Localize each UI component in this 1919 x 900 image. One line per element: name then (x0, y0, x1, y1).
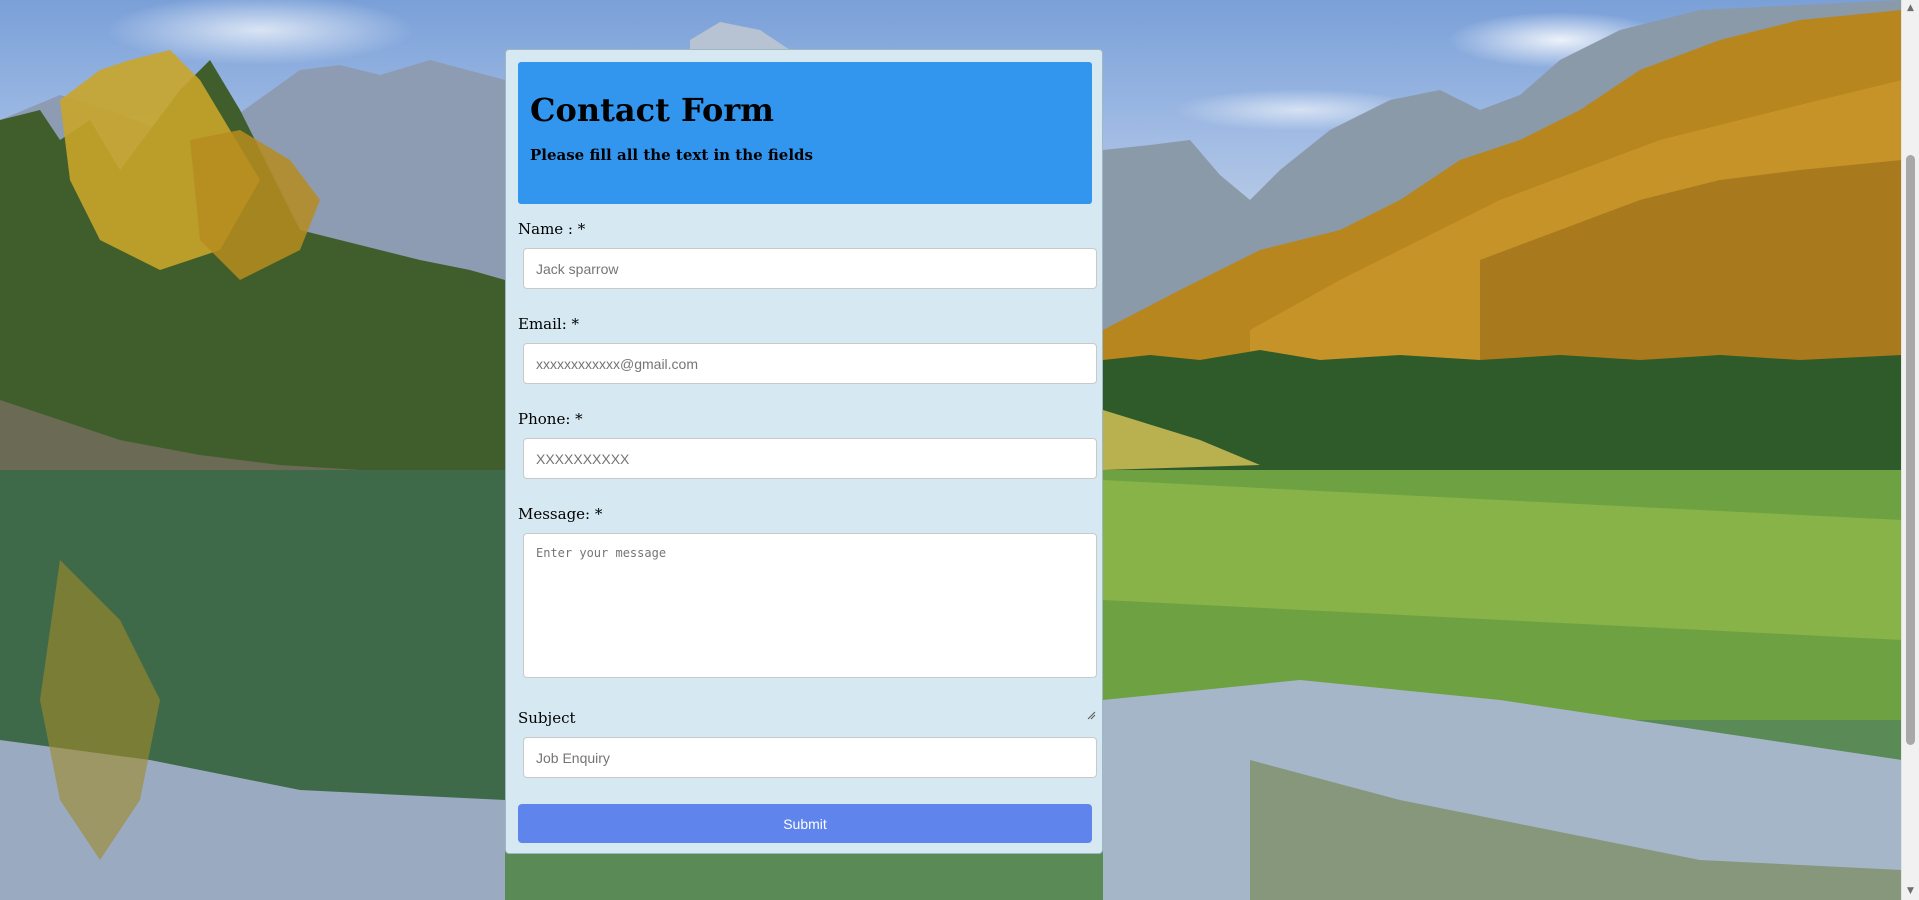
scroll-down-icon[interactable]: ▼ (1902, 883, 1919, 900)
message-label: Message: * (518, 505, 603, 523)
resize-grip-icon[interactable] (1086, 710, 1096, 720)
subject-input[interactable] (523, 737, 1097, 778)
name-label: Name : * (518, 220, 586, 238)
name-input[interactable] (523, 248, 1097, 289)
scroll-up-icon[interactable]: ▲ (1902, 0, 1919, 17)
scrollbar-thumb[interactable] (1906, 155, 1915, 745)
email-label: Email: * (518, 315, 580, 333)
phone-label: Phone: * (518, 410, 583, 428)
form-title: Contact Form (530, 91, 775, 129)
subject-label: Subject (518, 709, 576, 727)
page-scrollbar[interactable]: ▲ ▼ (1901, 0, 1919, 900)
message-textarea[interactable] (523, 533, 1097, 678)
phone-input[interactable] (523, 438, 1097, 479)
email-input[interactable] (523, 343, 1097, 384)
form-header: Contact Form Please fill all the text in… (518, 62, 1092, 204)
contact-form: Contact Form Please fill all the text in… (505, 49, 1103, 854)
form-subtitle: Please fill all the text in the fields (530, 146, 813, 164)
submit-button[interactable]: Submit (518, 804, 1092, 843)
